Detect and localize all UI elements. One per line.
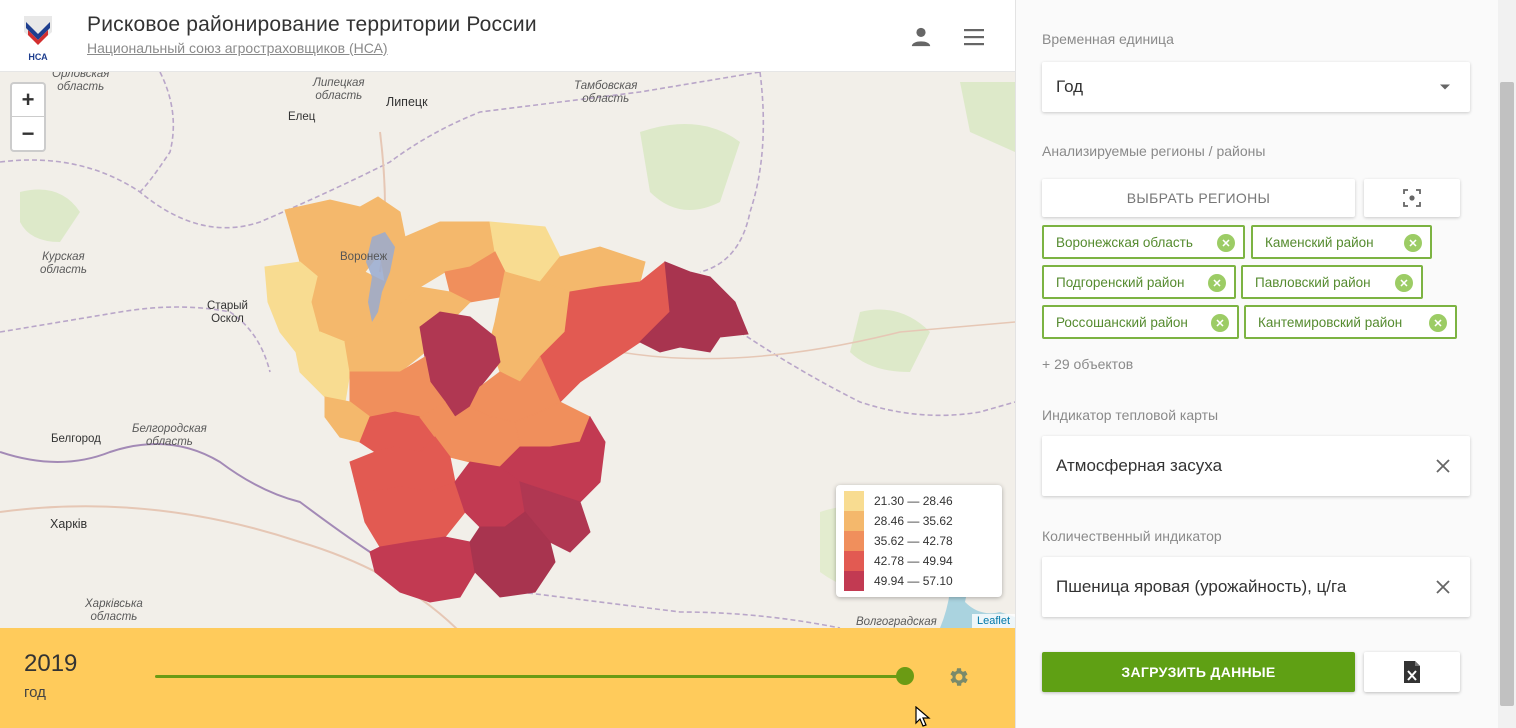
map-legend: 21.30 — 28.46 28.46 — 35.62 35.62 — 42.78 4… xyxy=(836,485,1002,597)
center-focus-icon xyxy=(1403,189,1421,207)
organization-link[interactable]: Национальный союз агростраховщиков (НСА) xyxy=(87,40,388,56)
region-chip-label: Кантемировский район xyxy=(1258,314,1403,330)
year-slider-track[interactable] xyxy=(155,675,905,678)
legend-range-label: 21.30 — 28.46 xyxy=(874,494,953,508)
nsa-logo: НСА xyxy=(22,12,54,64)
region-chip[interactable]: Россошанский район ✕ xyxy=(1042,305,1239,339)
map-label-volgograd: Волгоградская xyxy=(856,616,937,628)
remove-chip-icon[interactable]: ✕ xyxy=(1395,274,1413,292)
panel-scrollbar[interactable] xyxy=(1498,0,1516,728)
map-label-kharkiv-oblast: Харківська область xyxy=(85,598,143,623)
time-unit-select[interactable]: Год xyxy=(1042,62,1470,112)
region-chip[interactable]: Воронежская область ✕ xyxy=(1042,225,1245,259)
map-label-tambov: Тамбовская область xyxy=(574,80,638,105)
mouse-cursor-icon xyxy=(915,706,931,727)
choropleth-regions[interactable] xyxy=(264,196,749,603)
quant-indicator-value: Пшеница яровая (урожайность), ц/га xyxy=(1056,577,1347,596)
app-root: НСА Рисковое районирование территории Ро… xyxy=(0,0,1516,728)
region-chip-label: Каменский район xyxy=(1265,234,1374,250)
year-slider-thumb[interactable] xyxy=(896,667,914,685)
map-city-voronezh: Воронеж xyxy=(340,251,388,263)
map-city-stary-oskol: Старый Оскол xyxy=(207,300,248,325)
map-city-belgorod: Белгород xyxy=(51,433,101,445)
remove-chip-icon[interactable]: ✕ xyxy=(1217,234,1235,252)
region-chip[interactable]: Каменский район ✕ xyxy=(1251,225,1432,259)
page-title: Рисковое районирование территории России xyxy=(87,13,537,36)
year-unit-label: год xyxy=(24,684,46,701)
quant-indicator-label: Количественный индикатор xyxy=(1042,528,1222,544)
heatmap-indicator-select[interactable]: Атмосферная засуха xyxy=(1042,436,1470,496)
quant-indicator-select[interactable]: Пшеница яровая (урожайность), ц/га xyxy=(1042,557,1470,617)
zoom-out-button[interactable]: − xyxy=(12,117,44,150)
region-chip-label: Подгоренский район xyxy=(1056,274,1185,290)
selected-year: 2019 xyxy=(24,650,78,677)
map-label-belgorod-oblast: Белгородская область xyxy=(132,423,207,448)
legend-range-label: 49.94 — 57.10 xyxy=(874,574,953,588)
remove-chip-icon[interactable]: ✕ xyxy=(1429,314,1447,332)
user-icon xyxy=(911,27,931,47)
region-chip-label: Воронежская область xyxy=(1056,234,1193,250)
regions-label: Анализируемые регионы / районы xyxy=(1042,143,1266,159)
zoom-in-button[interactable]: + xyxy=(12,84,44,117)
timeline-bar: 2019 год xyxy=(0,628,1015,728)
map-city-elets: Елец xyxy=(288,111,316,123)
hamburger-menu-icon xyxy=(964,29,984,46)
time-unit-value: Год xyxy=(1056,77,1084,96)
map-label-orel: Орловская область xyxy=(52,72,110,93)
region-chip[interactable]: Подгоренский район ✕ xyxy=(1042,265,1236,299)
clear-heatmap-icon[interactable] xyxy=(1434,457,1452,475)
export-excel-button[interactable] xyxy=(1364,652,1460,692)
leaflet-attribution-link[interactable]: Leaflet xyxy=(971,614,1015,628)
time-unit-label: Временная единица xyxy=(1042,31,1174,47)
legend-swatch xyxy=(844,491,864,511)
legend-row: 21.30 — 28.46 xyxy=(844,491,994,511)
legend-swatch xyxy=(844,571,864,591)
region-chip[interactable]: Кантемировский район ✕ xyxy=(1244,305,1457,339)
map-city-lipetsk: Липецк xyxy=(386,95,428,109)
region-chip[interactable]: Павловский район ✕ xyxy=(1241,265,1423,299)
app-header: НСА Рисковое районирование территории Ро… xyxy=(0,0,1015,72)
region-chip-label: Павловский район xyxy=(1255,274,1371,290)
scrollbar-thumb[interactable] xyxy=(1500,82,1514,706)
settings-panel: Временная единица Год Анализируемые реги… xyxy=(1015,0,1498,728)
select-regions-button[interactable]: ВЫБРАТЬ РЕГИОНЫ xyxy=(1042,179,1355,217)
svg-text:НСА: НСА xyxy=(28,52,48,62)
load-data-button[interactable]: ЗАГРУЗИТЬ ДАННЫЕ xyxy=(1042,652,1355,692)
main-menu-button[interactable] xyxy=(958,22,990,52)
legend-swatch xyxy=(844,511,864,531)
remove-chip-icon[interactable]: ✕ xyxy=(1211,314,1229,332)
clear-quant-icon[interactable] xyxy=(1434,578,1452,596)
map-label-lipetsk-oblast: Липецкая область xyxy=(313,77,365,102)
remove-chip-icon[interactable]: ✕ xyxy=(1208,274,1226,292)
focus-regions-button[interactable] xyxy=(1364,179,1460,217)
timeline-settings-button[interactable] xyxy=(944,662,974,692)
map-city-kharkiv: Харків xyxy=(50,517,88,531)
heatmap-indicator-label: Индикатор тепловой карты xyxy=(1042,407,1219,423)
legend-range-label: 35.62 — 42.78 xyxy=(874,534,953,548)
gear-icon xyxy=(950,668,968,686)
legend-row: 49.94 — 57.10 xyxy=(844,571,994,591)
legend-swatch xyxy=(844,551,864,571)
zoom-control: + − xyxy=(10,82,46,152)
remove-chip-icon[interactable]: ✕ xyxy=(1404,234,1422,252)
excel-file-icon xyxy=(1404,661,1420,683)
legend-row: 35.62 — 42.78 xyxy=(844,531,994,551)
region-chip-label: Россошанский район xyxy=(1056,314,1188,330)
heatmap-indicator-value: Атмосферная засуха xyxy=(1056,456,1223,475)
risk-map[interactable]: Орловская область Липецкая область Липец… xyxy=(0,72,1015,628)
map-label-kursk: Курская область xyxy=(40,251,87,276)
legend-range-label: 28.46 — 35.62 xyxy=(874,514,953,528)
legend-row: 42.78 — 49.94 xyxy=(844,551,994,571)
dropdown-arrow-icon xyxy=(1440,84,1450,90)
legend-row: 28.46 — 35.62 xyxy=(844,511,994,531)
legend-range-label: 42.78 — 49.94 xyxy=(874,554,953,568)
user-account-button[interactable] xyxy=(906,22,936,52)
more-objects-link[interactable]: + 29 объектов xyxy=(1042,356,1133,372)
legend-swatch xyxy=(844,531,864,551)
